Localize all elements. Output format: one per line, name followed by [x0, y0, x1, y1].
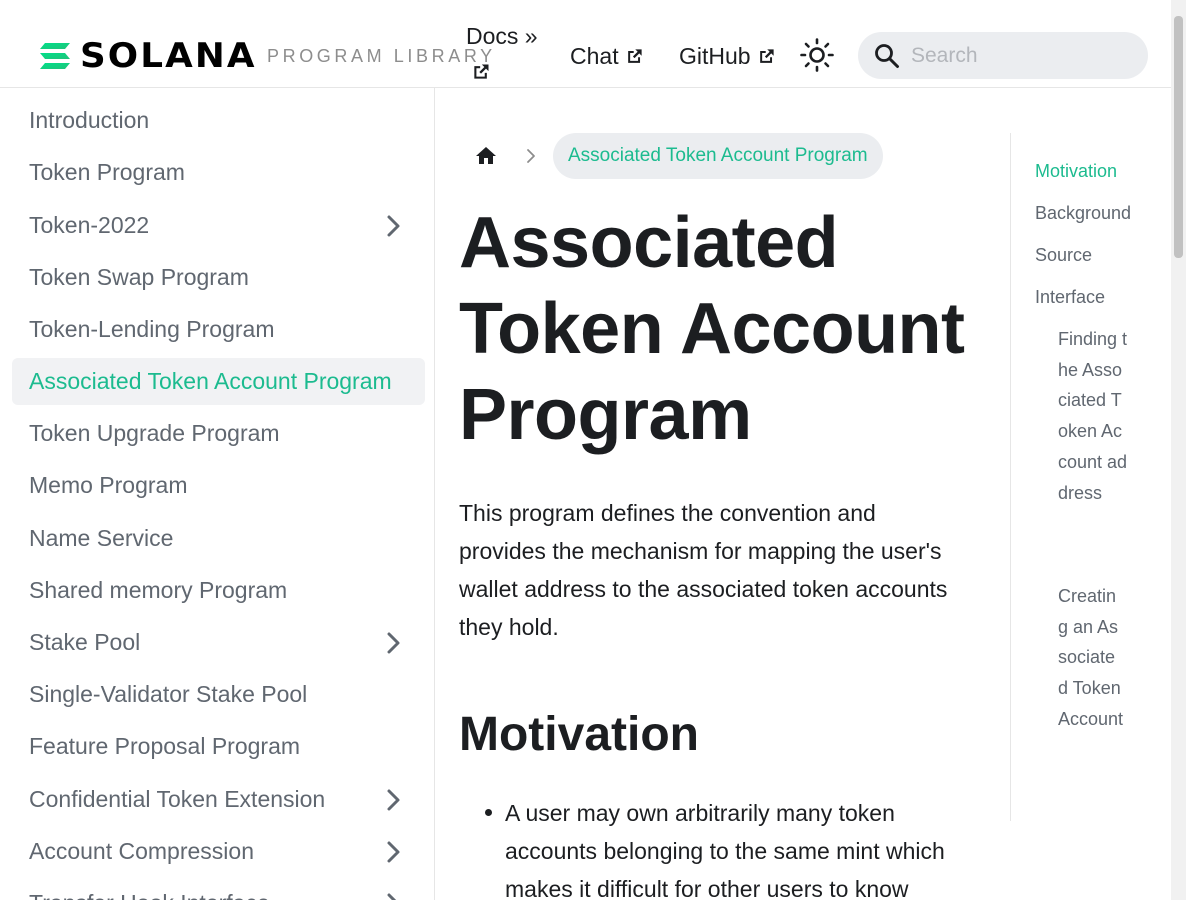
search-icon [875, 43, 899, 68]
table-of-contents: Motivation Background Source Interface F… [1010, 133, 1160, 821]
sidebar-item-token-lending[interactable]: Token-Lending Program [12, 306, 425, 353]
list-item: A user may own arbitrarily many token ac… [485, 794, 975, 900]
chevron-right-icon[interactable] [381, 892, 405, 900]
nav-chat-label: Chat [570, 43, 619, 69]
sidebar-item-label: Transfer Hook Interface [29, 890, 270, 900]
toc-subitem-finding-address[interactable]: Finding the Associated Token Account add… [1058, 324, 1128, 508]
nav-github-label: GitHub [679, 43, 751, 69]
toc-item-background[interactable]: Background [1035, 203, 1131, 224]
page-title: Associated Token Account Program [459, 203, 965, 455]
search-input[interactable] [911, 43, 1131, 68]
sidebar-item-label: Stake Pool [29, 629, 141, 655]
solana-logo-icon [40, 43, 70, 69]
sidebar-item-label: Confidential Token Extension [29, 786, 326, 812]
sidebar-item-token-upgrade[interactable]: Token Upgrade Program [12, 410, 425, 457]
search-box[interactable] [858, 32, 1148, 79]
sidebar-item-label: Token-Lending Program [29, 316, 275, 342]
sidebar-item-label: Token Swap Program [29, 264, 249, 290]
sidebar-item-account-compression[interactable]: Account Compression [12, 828, 425, 875]
sidebar-item-introduction[interactable]: Introduction [12, 97, 425, 144]
chevron-right-icon[interactable] [381, 840, 405, 864]
toc-item-source[interactable]: Source [1035, 245, 1092, 266]
nav-chat-link[interactable]: Chat [570, 43, 644, 70]
sidebar-item-label: Shared memory Program [29, 577, 288, 603]
navbar: SOLANA PROGRAM LIBRARY Docs » Chat GitHu… [0, 0, 1171, 88]
logo-wordmark: SOLANA [80, 36, 257, 76]
brand-subtitle: PROGRAM LIBRARY [267, 46, 496, 66]
sidebar-item-label: Account Compression [29, 838, 254, 864]
toc-item-interface[interactable]: Interface [1035, 287, 1105, 308]
sidebar-item-confidential-token[interactable]: Confidential Token Extension [12, 776, 425, 823]
sidebar-item-label: Single-Validator Stake Pool [29, 681, 308, 707]
sidebar-item-token-swap[interactable]: Token Swap Program [12, 254, 425, 301]
sidebar-item-label: Associated Token Account Program [29, 368, 392, 394]
nav-github-link[interactable]: GitHub [679, 43, 776, 70]
home-icon[interactable] [474, 144, 498, 168]
chevron-right-icon[interactable] [381, 214, 405, 238]
breadcrumb: Associated Token Account Program [459, 133, 883, 179]
sidebar-item-single-validator-stake-pool[interactable]: Single-Validator Stake Pool [12, 671, 425, 718]
sidebar-item-token-2022[interactable]: Token-2022 [12, 202, 425, 249]
sidebar-item-label: Introduction [29, 107, 150, 133]
sidebar-item-shared-memory[interactable]: Shared memory Program [12, 567, 425, 614]
motivation-list: A user may own arbitrarily many token ac… [485, 794, 975, 900]
nav-docs-link[interactable]: Docs » [466, 23, 538, 50]
nav-docs-label: Docs » [466, 23, 538, 49]
sidebar-item-name-service[interactable]: Name Service [12, 515, 425, 562]
sidebar-item-associated-token-account[interactable]: Associated Token Account Program [12, 358, 425, 405]
sidebar-item-label: Token Program [29, 159, 185, 185]
brand-logo-link[interactable]: SOLANA [40, 39, 254, 73]
sun-theme-toggle-icon[interactable] [800, 38, 834, 72]
sidebar-item-label: Memo Program [29, 472, 188, 498]
sidebar-item-label: Feature Proposal Program [29, 733, 301, 759]
sidebar-item-feature-proposal[interactable]: Feature Proposal Program [12, 723, 425, 770]
chevron-right-icon[interactable] [381, 631, 405, 655]
sidebar-item-label: Token-2022 [29, 212, 150, 238]
toc-item-motivation[interactable]: Motivation [1035, 161, 1117, 182]
sidebar-item-memo[interactable]: Memo Program [12, 462, 425, 509]
sidebar: Introduction Token Program Token-2022 To… [0, 88, 435, 900]
external-link-icon [627, 49, 642, 63]
sidebar-item-label: Token Upgrade Program [29, 420, 280, 446]
scrollbar-thumb[interactable] [1174, 16, 1183, 258]
page-scrollbar[interactable] [1171, 0, 1186, 900]
external-link-icon [759, 49, 774, 63]
motivation-heading: Motivation [459, 708, 699, 761]
external-link-icon [474, 64, 489, 79]
chevron-right-icon [527, 149, 535, 163]
toc-subitem-creating-account[interactable]: Creating an Associated Token Account [1058, 581, 1124, 735]
intro-paragraph: This program defines the convention and … [459, 500, 948, 640]
sidebar-item-transfer-hook[interactable]: Transfer Hook Interface [12, 880, 425, 900]
sidebar-item-stake-pool[interactable]: Stake Pool [12, 619, 425, 666]
sidebar-item-label: Name Service [29, 525, 174, 551]
sidebar-item-token-program[interactable]: Token Program [12, 149, 425, 196]
chevron-right-icon[interactable] [381, 788, 405, 812]
breadcrumb-current: Associated Token Account Program [553, 133, 883, 179]
